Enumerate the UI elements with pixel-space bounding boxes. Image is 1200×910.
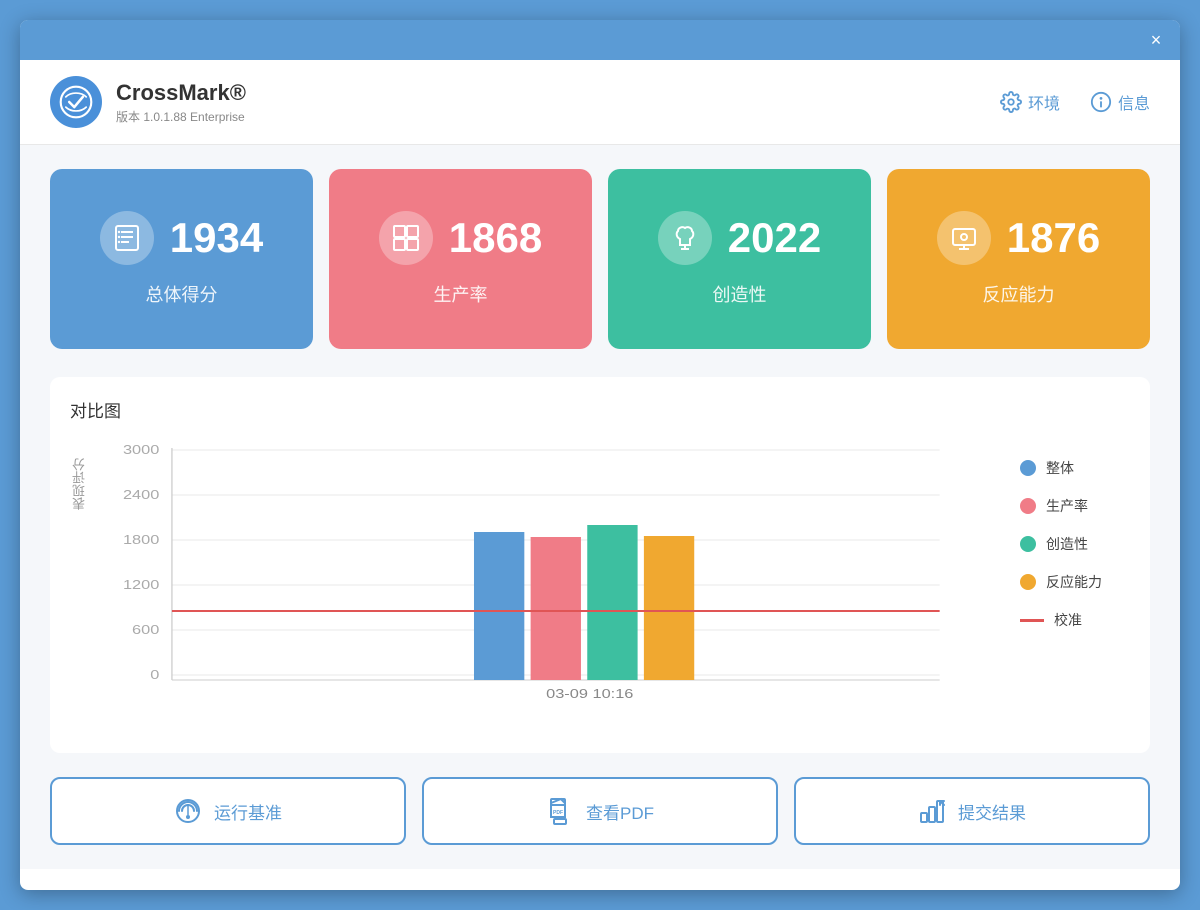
- legend-dot-creativity: [1020, 536, 1036, 552]
- y-axis-label: 表现评分: [70, 438, 89, 530]
- info-button[interactable]: 信息: [1090, 90, 1150, 114]
- svg-text:03-09 10:16: 03-09 10:16: [546, 687, 633, 701]
- header-actions: 环境 信息: [1000, 90, 1150, 114]
- legend-line-baseline: [1020, 619, 1044, 622]
- close-button[interactable]: ×: [1144, 28, 1168, 52]
- submit-results-button[interactable]: 提交结果: [794, 777, 1150, 845]
- bar-overall: [474, 532, 524, 680]
- view-pdf-label: 查看PDF: [586, 799, 654, 824]
- info-label: 信息: [1118, 90, 1150, 114]
- responsiveness-icon: [937, 211, 991, 265]
- run-benchmark-button[interactable]: 运行基准: [50, 777, 406, 845]
- legend-overall: 整体: [1020, 458, 1120, 478]
- view-pdf-icon: PDF PDF: [546, 797, 574, 825]
- env-label: 环境: [1028, 90, 1060, 114]
- score-cards: 1934 总体得分 1868 生产率: [50, 169, 1150, 349]
- bar-responsiveness: [644, 536, 694, 680]
- app-version: 版本 1.0.1.88 Enterprise: [116, 108, 246, 125]
- productivity-score-label: 生产率: [434, 281, 488, 307]
- main-content: 1934 总体得分 1868 生产率: [20, 145, 1180, 869]
- responsiveness-score-value: 1876: [1007, 214, 1100, 262]
- logo-area: CrossMark® 版本 1.0.1.88 Enterprise: [50, 76, 246, 128]
- app-title: CrossMark®: [116, 80, 246, 106]
- chart-legend: 整体 生产率 创造性 反应能力: [1010, 438, 1130, 650]
- svg-text:1200: 1200: [123, 578, 159, 592]
- chart-svg: 3000 2400 1800 1200 600 0: [109, 438, 990, 718]
- submit-results-label: 提交结果: [958, 799, 1026, 824]
- overall-icon: [100, 211, 154, 265]
- logo-text: CrossMark® 版本 1.0.1.88 Enterprise: [116, 80, 246, 125]
- legend-baseline: 校准: [1020, 610, 1120, 630]
- svg-text:1800: 1800: [123, 533, 159, 547]
- app-header: CrossMark® 版本 1.0.1.88 Enterprise 环境 信息: [20, 60, 1180, 145]
- svg-text:2400: 2400: [123, 488, 159, 502]
- legend-dot-responsiveness: [1020, 574, 1036, 590]
- view-pdf-button[interactable]: PDF PDF 查看PDF: [422, 777, 778, 845]
- responsiveness-score-label: 反应能力: [983, 281, 1055, 307]
- svg-text:PDF: PDF: [553, 810, 563, 816]
- run-benchmark-icon: [174, 797, 202, 825]
- run-benchmark-label: 运行基准: [214, 799, 282, 824]
- title-bar: ×: [20, 20, 1180, 60]
- footer-buttons: 运行基准 PDF PDF 查看PDF: [50, 777, 1150, 845]
- submit-results-icon: [918, 797, 946, 825]
- legend-creativity: 创造性: [1020, 534, 1120, 554]
- env-button[interactable]: 环境: [1000, 90, 1060, 114]
- creativity-score-card: 2022 创造性: [608, 169, 871, 349]
- svg-text:0: 0: [150, 668, 159, 682]
- legend-productivity: 生产率: [1020, 496, 1120, 516]
- bar-productivity: [531, 537, 581, 680]
- svg-text:3000: 3000: [123, 443, 159, 457]
- legend-dot-productivity: [1020, 498, 1036, 514]
- bar-creativity: [587, 525, 637, 680]
- creativity-score-value: 2022: [728, 214, 821, 262]
- legend-responsiveness: 反应能力: [1020, 572, 1120, 592]
- responsiveness-score-card: 1876 反应能力: [887, 169, 1150, 349]
- svg-text:PDF: PDF: [556, 819, 565, 824]
- legend-dot-overall: [1020, 460, 1036, 476]
- productivity-score-card: 1868 生产率: [329, 169, 592, 349]
- svg-text:600: 600: [132, 623, 159, 637]
- chart-container: 表现评分 3000 2400 1800 1200 600 0: [70, 438, 1130, 723]
- chart-section: 对比图 表现评分 3000 2400 1800 1200 600 0: [50, 377, 1150, 753]
- creativity-icon: [658, 211, 712, 265]
- app-logo: [50, 76, 102, 128]
- chart-area: 3000 2400 1800 1200 600 0: [109, 438, 990, 723]
- overall-score-value: 1934: [170, 214, 263, 262]
- productivity-score-value: 1868: [449, 214, 542, 262]
- chart-title: 对比图: [70, 397, 1130, 422]
- creativity-score-label: 创造性: [713, 281, 767, 307]
- app-window: × CrossMark® 版本 1.0.1.88 Enterprise: [20, 20, 1180, 890]
- productivity-icon: [379, 211, 433, 265]
- overall-score-card: 1934 总体得分: [50, 169, 313, 349]
- overall-score-label: 总体得分: [146, 281, 218, 307]
